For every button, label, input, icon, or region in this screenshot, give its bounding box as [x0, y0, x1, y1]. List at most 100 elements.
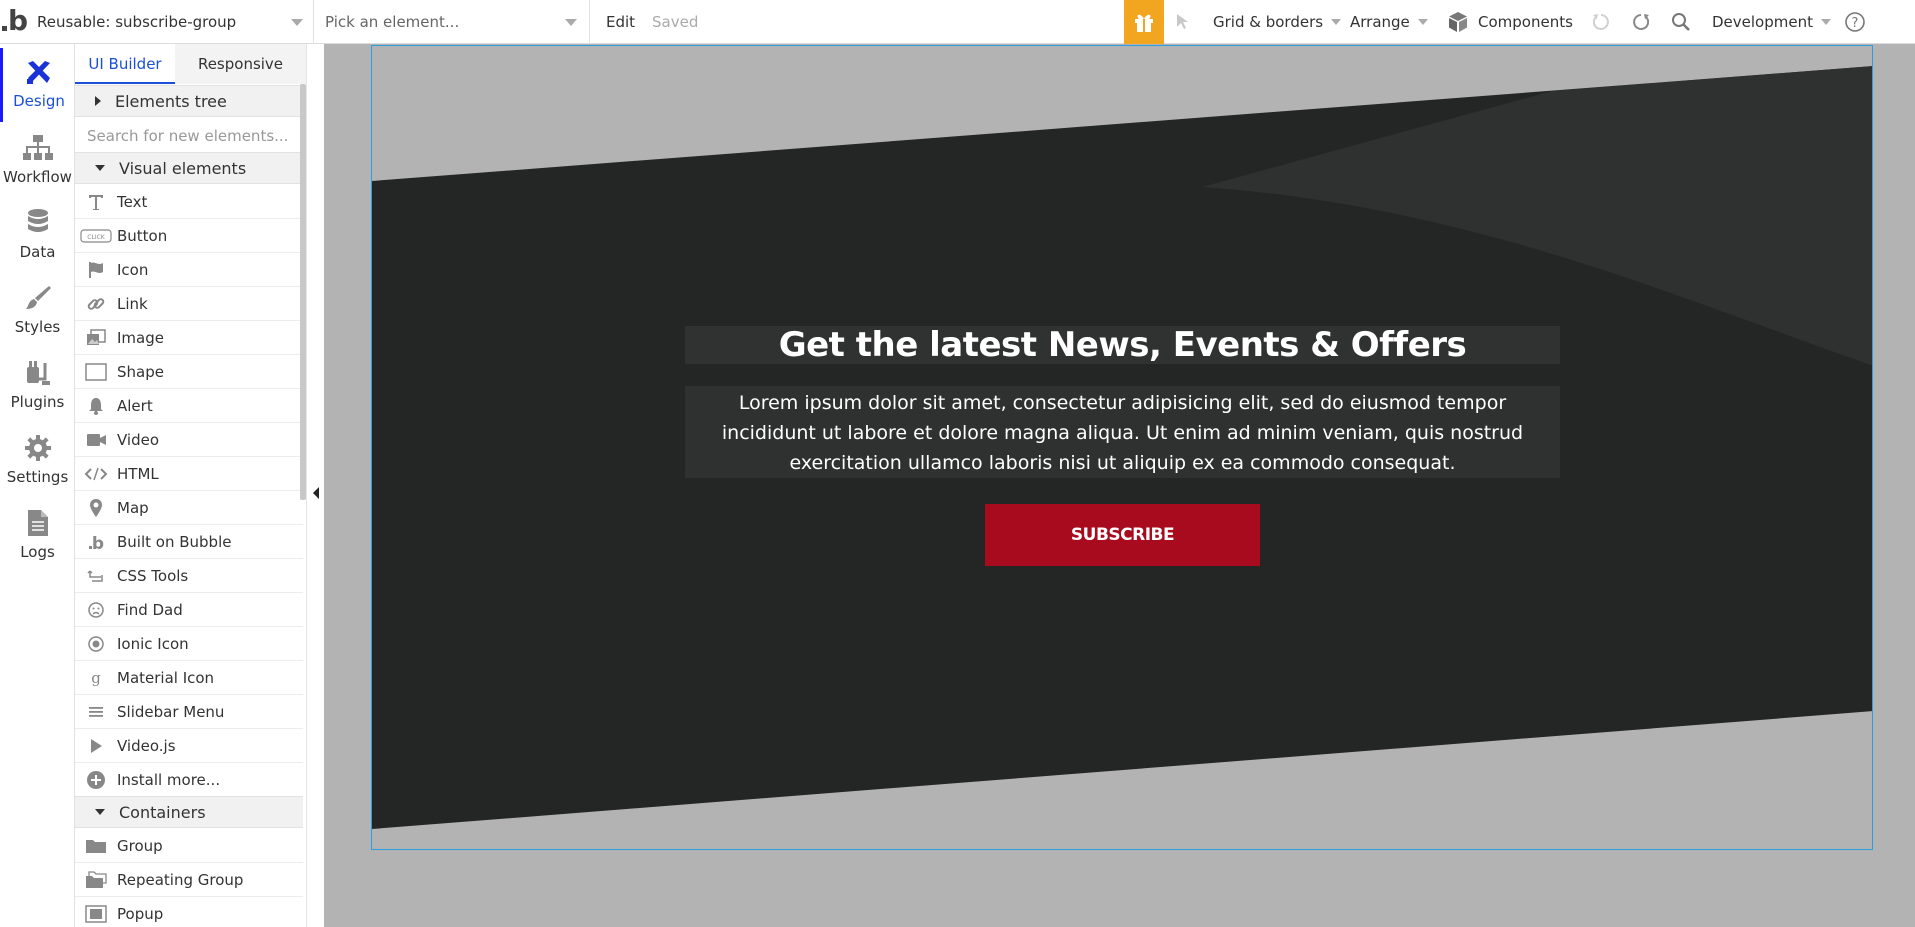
gift-button[interactable] [1124, 0, 1164, 44]
brush-icon [0, 282, 75, 314]
rail-item-logs[interactable]: Logs [0, 499, 75, 573]
element-videojs[interactable]: Video.js [75, 729, 303, 763]
gear-icon [0, 432, 75, 464]
collapse-arrow-icon [313, 487, 319, 499]
design-icon [3, 56, 75, 88]
help-icon[interactable]: ? [1843, 10, 1867, 34]
element-material-icon[interactable]: g Material Icon [75, 661, 303, 695]
rail-item-settings[interactable]: Settings [0, 424, 75, 498]
bubble-logo[interactable]: b [2, 6, 30, 38]
document-icon [0, 507, 75, 539]
element-built-on-bubble[interactable]: b Built on Bubble [75, 525, 303, 559]
element-map[interactable]: Map [75, 491, 303, 525]
cube-icon [1449, 12, 1467, 32]
element-label: Map [117, 498, 149, 517]
element-icon[interactable]: Icon [75, 253, 303, 287]
heading-container[interactable]: Get the latest News, Events & Offers [685, 325, 1560, 365]
element-ionic-icon[interactable]: Ionic Icon [75, 627, 303, 661]
menu-icon [75, 695, 117, 729]
body-text-container[interactable]: Lorem ipsum dolor sit amet, consectetur … [685, 386, 1560, 478]
button-icon: CLICK [75, 219, 117, 253]
element-image[interactable]: Image [75, 321, 303, 355]
environment-label: Development [1712, 13, 1813, 31]
element-label: Material Icon [117, 668, 215, 687]
popup-icon [75, 897, 117, 927]
element-text[interactable]: Text [75, 185, 303, 219]
element-slidebar-menu[interactable]: Slidebar Menu [75, 695, 303, 729]
element-css-tools[interactable]: CSS Tools [75, 559, 303, 593]
svg-text:?: ? [1852, 16, 1859, 31]
rail-label-workflow: Workflow [3, 168, 72, 186]
left-nav-rail: Design Workflow Data Styles Plugins Sett… [0, 44, 75, 927]
element-label: Text [117, 192, 148, 211]
element-alert[interactable]: Alert [75, 389, 303, 423]
database-icon [0, 207, 75, 239]
rail-item-workflow[interactable]: Workflow [0, 124, 75, 198]
element-shape[interactable]: Shape [75, 355, 303, 389]
edit-menu[interactable]: Edit [606, 0, 635, 44]
rail-label-logs: Logs [20, 543, 55, 561]
page-selector-dropdown[interactable]: Reusable: subscribe-group [37, 0, 314, 44]
element-html[interactable]: HTML [75, 457, 303, 491]
face-icon [75, 593, 117, 627]
element-install-more[interactable]: Install more... [75, 763, 303, 797]
workflow-icon [0, 132, 75, 164]
arrange-label: Arrange [1350, 13, 1410, 31]
element-group[interactable]: Group [75, 829, 303, 863]
chevron-down-icon [565, 19, 577, 26]
element-label: Video [117, 430, 160, 449]
ionic-icon [75, 627, 117, 661]
element-popup[interactable]: Popup [75, 897, 303, 927]
grid-borders-dropdown[interactable]: Grid & borders [1213, 0, 1342, 44]
element-label: Image [117, 328, 164, 347]
undo-icon[interactable] [1589, 10, 1613, 34]
element-label: Alert [117, 396, 153, 415]
element-label: Icon [117, 260, 149, 279]
tab-ui-builder[interactable]: UI Builder [75, 44, 175, 84]
element-label: Built on Bubble [117, 532, 232, 551]
rail-item-data[interactable]: Data [0, 199, 75, 273]
visual-elements-label: Visual elements [119, 158, 247, 178]
environment-dropdown[interactable]: Development [1712, 0, 1831, 44]
css-tools-icon [75, 559, 117, 593]
link-icon [75, 287, 117, 321]
element-label: HTML [117, 464, 159, 483]
element-link[interactable]: Link [75, 287, 303, 321]
element-video[interactable]: Video [75, 423, 303, 457]
element-label: Popup [117, 904, 164, 923]
containers-label: Containers [119, 802, 206, 822]
rail-item-styles[interactable]: Styles [0, 274, 75, 348]
components-label: Components [1478, 13, 1573, 31]
banner-heading: Get the latest News, Events & Offers [778, 325, 1467, 365]
element-find-dad[interactable]: Find Dad [75, 593, 303, 627]
containers-header[interactable]: Containers [75, 796, 303, 828]
svg-text:CLICK: CLICK [87, 234, 105, 241]
tab-responsive[interactable]: Responsive [175, 44, 306, 84]
visual-elements-header[interactable]: Visual elements [75, 152, 303, 184]
plus-circle-icon [75, 763, 117, 797]
cursor-icon[interactable] [1172, 10, 1196, 34]
chevron-down-icon [291, 19, 303, 26]
element-picker-dropdown[interactable]: Pick an element... [314, 0, 590, 44]
elements-tree-toggle[interactable]: Elements tree [75, 85, 303, 117]
element-label: Install more... [117, 770, 221, 789]
element-button[interactable]: CLICK Button [75, 219, 303, 253]
arrange-dropdown[interactable]: Arrange [1350, 0, 1428, 44]
element-repeating-group[interactable]: Repeating Group [75, 863, 303, 897]
element-label: CSS Tools [117, 566, 189, 585]
svg-text:b: b [92, 534, 104, 552]
redo-icon[interactable] [1629, 10, 1653, 34]
image-icon [75, 321, 117, 355]
svg-text:g: g [91, 669, 101, 687]
element-label: Link [117, 294, 148, 313]
rail-item-plugins[interactable]: Plugins [0, 349, 75, 423]
panel-collapse-handle[interactable] [306, 44, 324, 927]
element-search-input[interactable] [87, 127, 297, 145]
plug-icon [0, 357, 75, 389]
panel-tabs: UI Builder Responsive [75, 44, 306, 84]
rail-item-design[interactable]: Design [0, 48, 75, 122]
subscribe-button[interactable]: SUBSCRIBE [985, 504, 1260, 566]
components-button[interactable]: Components [1446, 0, 1573, 44]
search-icon[interactable] [1669, 10, 1693, 34]
bubble-logo-icon: b [75, 525, 117, 559]
